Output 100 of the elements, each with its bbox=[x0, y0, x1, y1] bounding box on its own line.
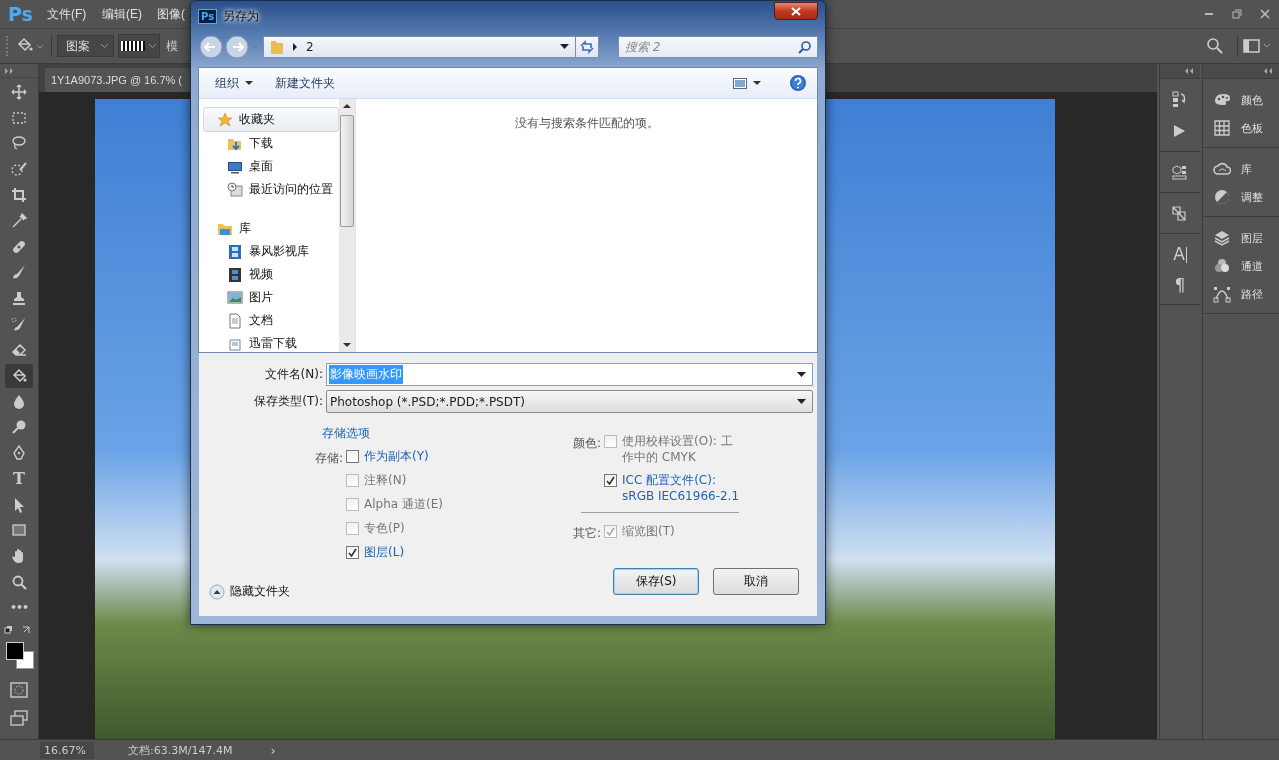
document-size: 文档:63.3M/147.4M bbox=[128, 742, 233, 758]
checkmark-icon bbox=[606, 476, 616, 485]
status-menu-arrow[interactable]: › bbox=[270, 742, 276, 758]
refresh-icon bbox=[579, 40, 595, 54]
caret-icon bbox=[245, 80, 253, 86]
navigation-item[interactable]: 暴风影视库 bbox=[199, 240, 339, 263]
checkbox[interactable]: 作为副本(Y) bbox=[346, 448, 443, 465]
rectangle-icon bbox=[11, 522, 27, 539]
star-icon bbox=[217, 111, 233, 128]
search-icon[interactable] bbox=[1206, 37, 1224, 55]
search-field[interactable]: 搜索 2 bbox=[618, 36, 818, 58]
panel-tab[interactable]: 路径 bbox=[1213, 283, 1279, 305]
navigation-item[interactable]: 图片 bbox=[199, 286, 339, 309]
fill-source-dropdown[interactable]: 图案 bbox=[57, 35, 114, 57]
panel-dock-header[interactable] bbox=[1203, 64, 1279, 79]
quick-mask-icon[interactable] bbox=[10, 681, 28, 698]
checkmark-icon bbox=[606, 527, 616, 536]
caret-icon bbox=[753, 80, 761, 86]
stamp-icon bbox=[11, 290, 27, 307]
panel-tab[interactable]: 通道 bbox=[1213, 255, 1279, 277]
film-strip-icon bbox=[227, 243, 243, 260]
menu-item[interactable]: 文件(F) bbox=[47, 5, 102, 23]
workspace-icon bbox=[1243, 38, 1273, 54]
field-label: 保存类型(T): bbox=[253, 393, 324, 410]
field-label: 文件名(N): bbox=[263, 366, 324, 383]
checkbox[interactable]: 图层(L) bbox=[346, 544, 443, 561]
caret-icon bbox=[797, 371, 806, 378]
color-swatches[interactable] bbox=[3, 639, 35, 670]
expand-icon[interactable] bbox=[4, 67, 14, 74]
crop-icon bbox=[11, 187, 27, 203]
folder-icon bbox=[270, 39, 284, 55]
group-label: 存储: bbox=[315, 450, 344, 467]
close-button[interactable] bbox=[774, 2, 818, 20]
more-tool[interactable]: ••• bbox=[5, 595, 33, 620]
cloud-icon bbox=[1213, 160, 1231, 178]
type-tool[interactable]: T bbox=[5, 466, 33, 491]
navigation-item[interactable]: 库 bbox=[199, 217, 339, 240]
navigation-item[interactable]: 收藏夹 bbox=[203, 107, 339, 132]
navigation-item[interactable]: 最近访问的位置 bbox=[199, 178, 339, 201]
overlapping-circles-icon bbox=[1213, 257, 1231, 275]
group-label: 颜色: bbox=[573, 435, 602, 452]
scroll-down-arrow-icon[interactable] bbox=[342, 342, 352, 348]
panel-tab[interactable]: 调整 bbox=[1213, 186, 1279, 208]
quick-select-icon bbox=[11, 161, 27, 178]
dialog-title: 另存为 bbox=[223, 7, 260, 25]
collapse-icon[interactable] bbox=[1263, 68, 1273, 74]
panel-label: 色板 bbox=[1241, 120, 1263, 136]
menu-item[interactable]: 编辑(E) bbox=[102, 5, 157, 23]
navigation-item[interactable]: 迅雷下载 bbox=[199, 332, 339, 352]
file-type-dropdown[interactable]: Photoshop (*.PSD;*.PDD;*.PSDT) bbox=[326, 390, 813, 413]
mode-label: 模 bbox=[165, 37, 178, 55]
dialog-button[interactable]: 取消 bbox=[713, 568, 799, 595]
panel-tab[interactable]: 颜色 bbox=[1213, 89, 1279, 111]
collapse-icon bbox=[209, 583, 225, 600]
brush-icon bbox=[11, 264, 27, 281]
panel-label: 颜色 bbox=[1241, 92, 1263, 108]
panel-label: 路径 bbox=[1241, 286, 1263, 302]
paint-bucket-icon bbox=[11, 367, 27, 384]
panel-tab[interactable]: 色板 bbox=[1213, 117, 1279, 139]
address-bar[interactable]: 2 bbox=[263, 36, 576, 58]
paint-bucket-tool[interactable] bbox=[5, 363, 33, 388]
hide-folders-button[interactable]: 隐藏文件夹 bbox=[199, 583, 290, 600]
group-label: 其它: bbox=[573, 525, 602, 542]
film-strip-icon bbox=[227, 266, 243, 283]
marquee-icon bbox=[11, 109, 27, 126]
character-panel-button[interactable]: A bbox=[1173, 246, 1187, 263]
scrollbar-thumb[interactable] bbox=[340, 115, 354, 227]
zoom-icon bbox=[11, 573, 27, 590]
navigation-item[interactable]: 桌面 bbox=[199, 155, 339, 178]
navigation-item[interactable]: 文档 bbox=[199, 309, 339, 332]
empty-message: 没有与搜索条件匹配的项。 bbox=[514, 115, 659, 131]
document-icon bbox=[227, 312, 243, 329]
panel-tab[interactable]: 库 bbox=[1213, 158, 1279, 180]
pattern-picker[interactable] bbox=[118, 34, 160, 58]
zoom-level[interactable]: 16.67% bbox=[40, 741, 94, 759]
cube-grid-icon[interactable] bbox=[1171, 164, 1189, 182]
scroll-up-arrow-icon[interactable] bbox=[342, 103, 352, 109]
collapse-icon[interactable] bbox=[1184, 68, 1194, 74]
navigation-item[interactable]: 下载 bbox=[199, 132, 339, 155]
organize-button[interactable]: 组织 bbox=[207, 71, 261, 95]
help-icon[interactable] bbox=[789, 74, 807, 92]
new-folder-button[interactable]: 新建文件夹 bbox=[267, 71, 343, 95]
history-brush-icon bbox=[11, 315, 27, 332]
refresh-button[interactable] bbox=[575, 36, 599, 58]
navigation-item[interactable]: 视频 bbox=[199, 263, 339, 286]
caret-icon bbox=[148, 43, 157, 49]
transform-icon[interactable] bbox=[1171, 205, 1189, 223]
grid-icon bbox=[1213, 119, 1231, 137]
picture-icon bbox=[733, 77, 747, 89]
panel-tab[interactable]: 图层 bbox=[1213, 227, 1279, 249]
screen-mode-icon[interactable] bbox=[10, 709, 28, 726]
layers-icon bbox=[1213, 229, 1231, 247]
panel-label: 通道 bbox=[1241, 258, 1263, 274]
dialog-button[interactable]: 保存(S) bbox=[613, 568, 699, 595]
back-forward-buttons[interactable] bbox=[198, 34, 260, 60]
drop-icon bbox=[11, 393, 27, 410]
paragraph-panel-button[interactable]: ¶ bbox=[1174, 277, 1186, 294]
panel-dock-header[interactable] bbox=[1160, 64, 1200, 79]
checkbox[interactable]: ICC 配置文件(C): sRGB IEC61966-2.1 bbox=[604, 472, 741, 504]
close-icon bbox=[1260, 9, 1270, 19]
